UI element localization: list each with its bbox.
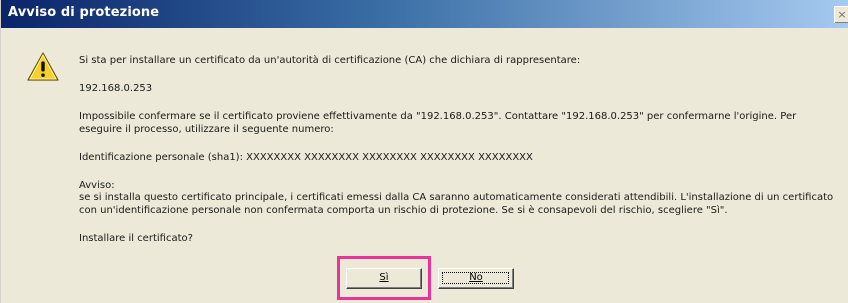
close-button[interactable]: × — [834, 6, 848, 23]
security-warning-dialog: Avviso di protezione × Si sta per instal… — [0, 0, 848, 303]
warning-text-line2: con un'identificazione personale non con… — [79, 205, 728, 216]
warning-text-line1: se si installa questo certificato princi… — [79, 192, 834, 203]
no-button[interactable]: No — [438, 268, 514, 289]
host-address: 192.168.0.253 — [79, 83, 153, 94]
unconfirmed-text-line2: eseguire il processo, utilizzare il segu… — [79, 124, 334, 135]
highlight-box — [337, 256, 431, 300]
thumbprint-text: Identificazione personale (sha1): XXXXXX… — [79, 152, 533, 163]
close-icon: × — [837, 8, 847, 21]
warning-heading: Avviso: — [79, 180, 115, 191]
install-question: Installare il certificato? — [79, 233, 193, 244]
unconfirmed-text-line1: Impossibile confermare se il certificato… — [79, 111, 797, 122]
warning-icon — [27, 52, 59, 82]
dialog-title: Avviso di protezione — [8, 5, 160, 20]
title-bar[interactable]: Avviso di protezione × — [1, 0, 848, 28]
intro-text: Si sta per installare un certificato da … — [79, 55, 581, 66]
no-button-label: No — [469, 272, 483, 283]
